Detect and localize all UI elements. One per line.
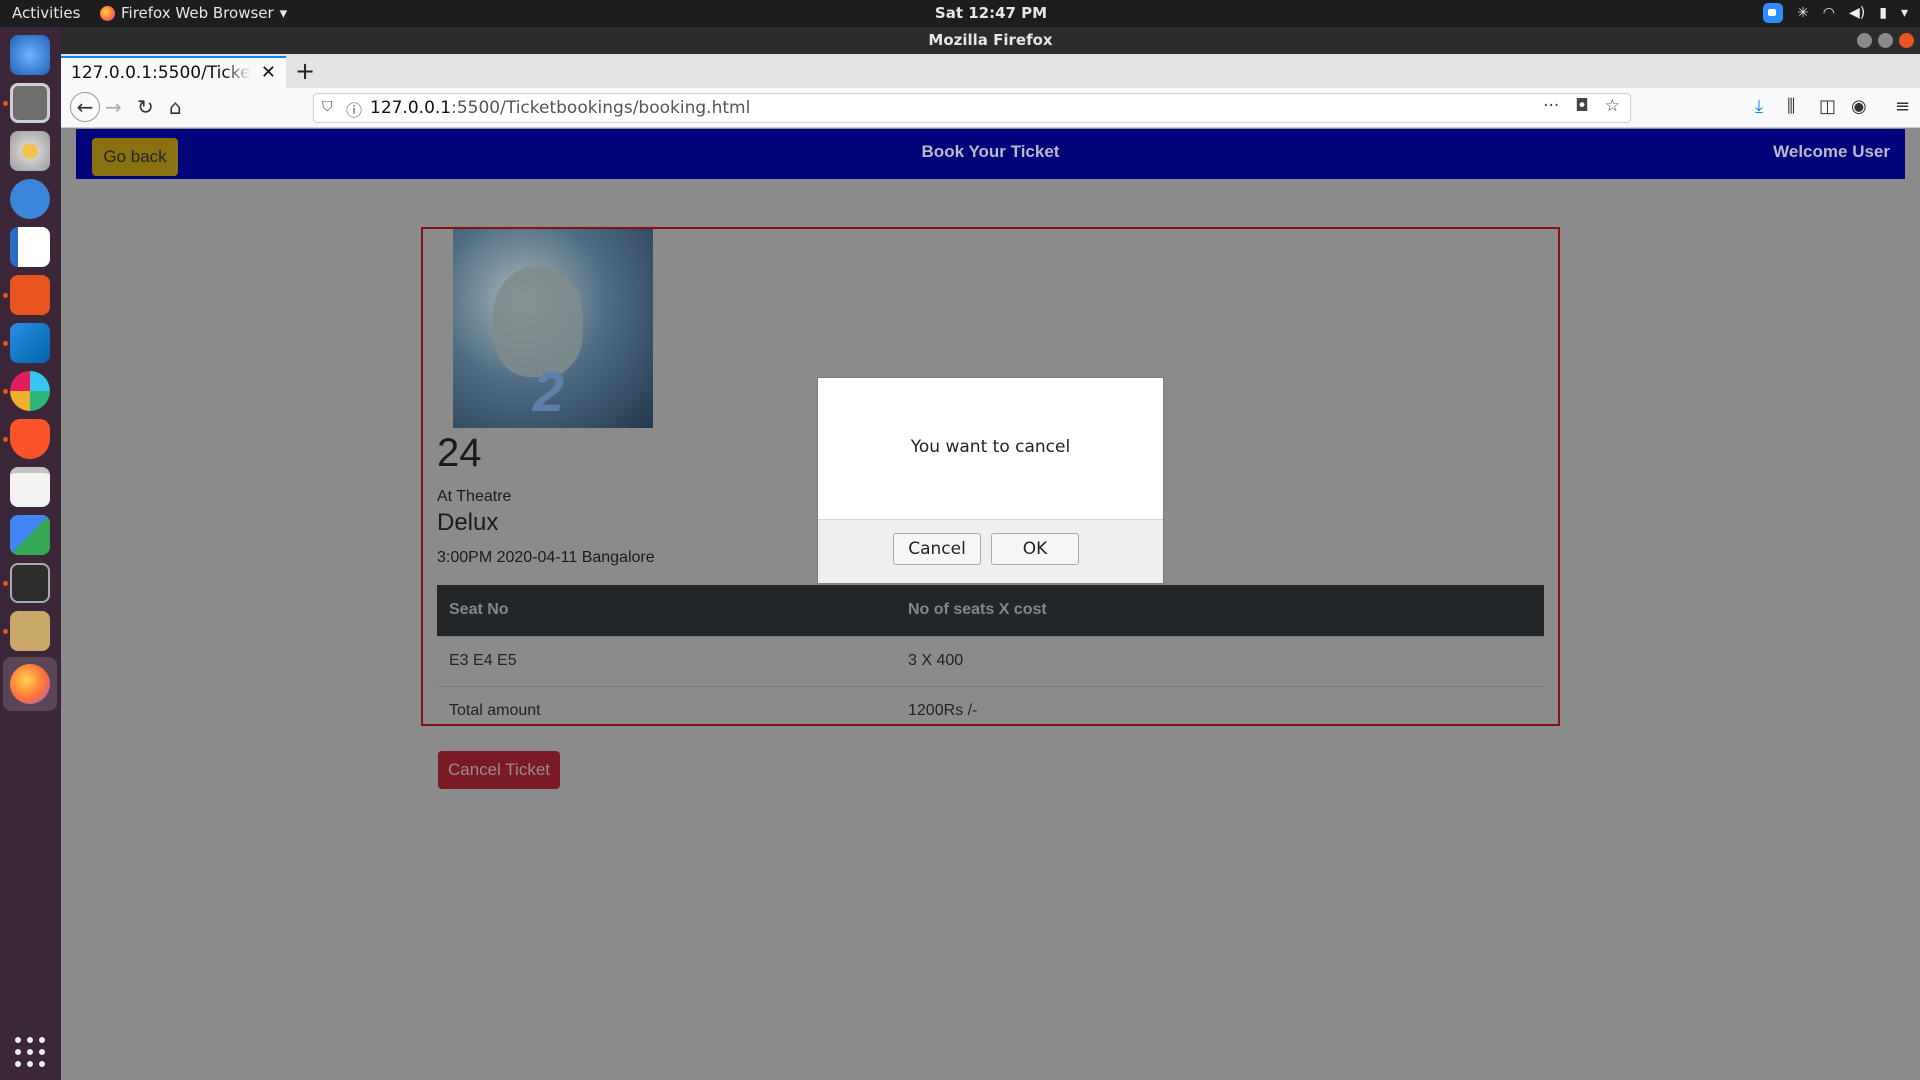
page-actions-icon[interactable]: ··· xyxy=(1543,96,1559,116)
total-amount-label: Total amount xyxy=(437,685,896,736)
theatre-name: Delux xyxy=(437,509,499,536)
downloads-icon[interactable]: ⤓ xyxy=(1755,96,1763,117)
tab-title: 127.0.0.1:5500/Ticketbookings/booking.ht… xyxy=(71,63,251,83)
documents-icon[interactable] xyxy=(10,515,50,555)
home-icon[interactable]: ⌂ xyxy=(169,95,182,119)
url-text[interactable]: 127.0.0.1:5500/Ticketbookings/booking.ht… xyxy=(370,98,750,118)
running-indicator xyxy=(3,437,8,442)
total-amount-value: 1200Rs /- xyxy=(896,685,1544,736)
running-indicator xyxy=(3,629,8,634)
dialog-cancel-button[interactable]: Cancel xyxy=(893,533,981,565)
system-top-bar: Activities Firefox Web Browser ▾ Sat 12:… xyxy=(0,0,1920,27)
show-applications-icon[interactable] xyxy=(15,1037,45,1067)
pocket-icon[interactable]: ◘ xyxy=(1575,96,1588,116)
library-icon[interactable]: ⫼ xyxy=(1787,96,1795,117)
system-tray[interactable]: ✳ ◠ ◀) ▮ ▾ xyxy=(1763,3,1908,23)
confirm-dialog: You want to cancel Cancel OK xyxy=(817,377,1164,584)
showtime-location: 3:00PM 2020-04-11 Bangalore xyxy=(437,549,655,566)
close-window-button[interactable] xyxy=(1899,33,1914,48)
cancel-ticket-button[interactable]: Cancel Ticket xyxy=(438,751,560,789)
archive-manager-icon[interactable] xyxy=(10,611,50,651)
bookmark-star-icon[interactable]: ☆ xyxy=(1605,96,1620,116)
table-row: Total amount 1200Rs /- xyxy=(437,685,1544,736)
clock[interactable]: Sat 12:47 PM xyxy=(0,4,1920,22)
help-icon[interactable] xyxy=(10,179,50,219)
at-theatre-label: At Theatre xyxy=(437,488,512,505)
seats-cost-header: No of seats X cost xyxy=(896,585,1544,636)
welcome-user-text: Welcome User xyxy=(1773,142,1890,161)
window-title-bar: Mozilla Firefox xyxy=(61,27,1920,54)
table-header-row: Seat No No of seats X cost xyxy=(437,585,1544,636)
running-indicator xyxy=(3,581,8,586)
url-bar[interactable]: ⛉ ⓘ 127.0.0.1:5500/Ticketbookings/bookin… xyxy=(313,93,1631,123)
vscode-icon[interactable] xyxy=(10,323,50,363)
movie-title: 24 xyxy=(437,431,482,475)
poster-logo-art: 2 xyxy=(533,360,565,423)
movie-poster: 2 xyxy=(453,229,653,428)
volume-icon[interactable]: ◀) xyxy=(1849,5,1865,21)
site-info-icon[interactable]: ⓘ xyxy=(346,97,362,121)
writer-icon[interactable] xyxy=(10,227,50,267)
terminal-icon[interactable] xyxy=(10,563,50,603)
web-page: Go back Book Your Ticket Welcome User 2 … xyxy=(61,128,1920,1080)
dialog-message: You want to cancel xyxy=(910,437,1071,457)
dock xyxy=(0,27,61,1080)
back-button[interactable]: ← xyxy=(70,92,100,122)
tracking-protection-icon[interactable]: ⛉ xyxy=(322,99,333,115)
close-tab-icon[interactable]: ✕ xyxy=(261,62,276,83)
running-indicator xyxy=(3,101,8,106)
running-indicator xyxy=(3,341,8,346)
text-editor-icon[interactable] xyxy=(10,467,50,507)
reload-button[interactable]: ↻ xyxy=(137,95,154,119)
software-center-icon[interactable] xyxy=(10,275,50,315)
zoom-icon[interactable] xyxy=(1763,3,1784,23)
table-row: E3 E4 E5 3 X 400 xyxy=(437,635,1544,686)
battery-icon[interactable]: ▮ xyxy=(1879,5,1887,21)
thunderbird-icon[interactable] xyxy=(10,35,50,75)
maximize-button[interactable] xyxy=(1878,33,1893,48)
rhythmbox-icon[interactable] xyxy=(10,131,50,171)
chevron-down-icon[interactable]: ▾ xyxy=(1901,5,1908,21)
window-title: Mozilla Firefox xyxy=(928,31,1053,49)
navigation-toolbar: ← → ↻ ⌂ ⛉ ⓘ 127.0.0.1:5500/Ticketbooking… xyxy=(61,88,1920,128)
tab-bar: 127.0.0.1:5500/Ticketbookings/booking.ht… xyxy=(61,54,1920,88)
dialog-ok-button[interactable]: OK xyxy=(991,533,1079,565)
new-tab-button[interactable]: + xyxy=(295,57,315,85)
seat-numbers-cell: E3 E4 E5 xyxy=(437,635,896,686)
seat-no-header: Seat No xyxy=(437,585,896,636)
running-indicator xyxy=(3,293,8,298)
dialog-footer: Cancel OK xyxy=(818,519,1163,583)
firefox-dock-icon[interactable] xyxy=(10,664,50,704)
brave-icon[interactable] xyxy=(10,419,50,459)
app-navbar: Go back Book Your Ticket Welcome User xyxy=(76,129,1905,179)
slack-icon[interactable] xyxy=(10,371,50,411)
running-indicator xyxy=(3,389,8,394)
files-icon[interactable] xyxy=(10,83,50,123)
forward-button[interactable]: → xyxy=(105,95,122,119)
menu-icon[interactable]: ≡ xyxy=(1895,96,1910,117)
browser-tab[interactable]: 127.0.0.1:5500/Ticketbookings/booking.ht… xyxy=(61,56,286,88)
page-title: Book Your Ticket xyxy=(921,142,1060,161)
booking-table: Seat No No of seats X cost E3 E4 E5 3 X … xyxy=(437,585,1544,736)
minimize-button[interactable] xyxy=(1857,33,1872,48)
sidebar-icon[interactable]: ◫ xyxy=(1819,96,1836,117)
slack-tray-icon[interactable]: ✳ xyxy=(1797,5,1809,21)
wifi-icon[interactable]: ◠ xyxy=(1823,5,1835,21)
seats-cost-cell: 3 X 400 xyxy=(896,635,1544,686)
account-icon[interactable]: ◉ xyxy=(1851,96,1867,117)
